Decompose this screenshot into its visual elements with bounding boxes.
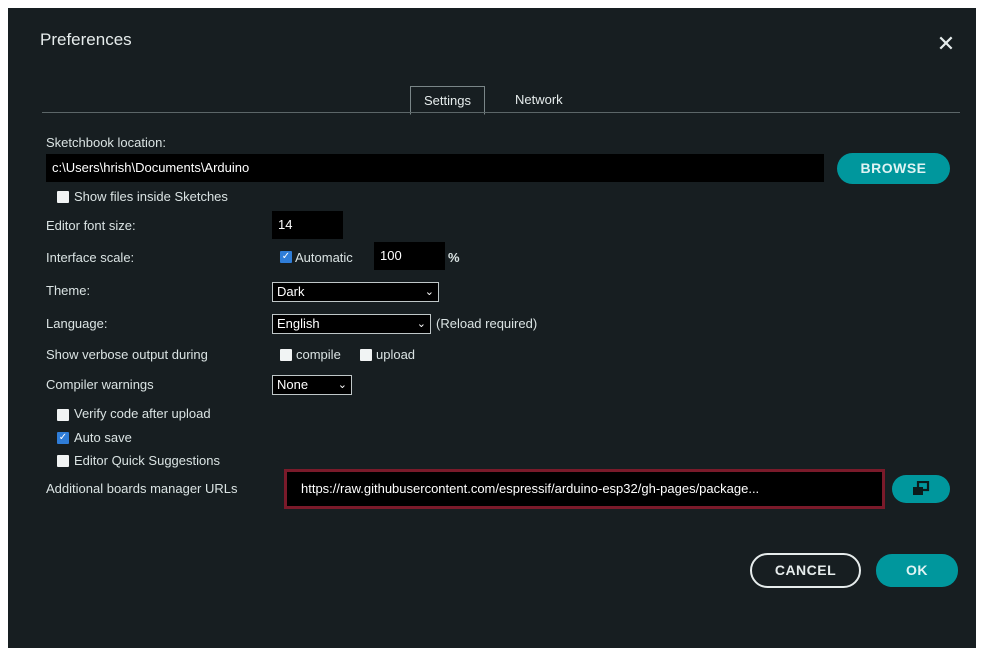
tab-divider <box>42 112 960 113</box>
tab-settings[interactable]: Settings <box>410 86 485 115</box>
compiler-warnings-value: None <box>277 377 309 392</box>
theme-select[interactable]: Dark ⌄ <box>272 282 439 302</box>
show-files-label: Show files inside Sketches <box>74 189 228 204</box>
percent-label: % <box>448 250 460 265</box>
editor-font-size-input[interactable]: 14 <box>272 211 343 239</box>
interface-scale-label: Interface scale: <box>46 250 135 265</box>
edit-urls-button[interactable] <box>892 475 950 503</box>
verbose-upload-label: upload <box>376 347 416 362</box>
language-select[interactable]: English ⌄ <box>272 314 431 334</box>
language-label: Language: <box>46 316 108 331</box>
verify-code-checkbox[interactable] <box>57 409 69 421</box>
compiler-warnings-label: Compiler warnings <box>46 377 154 392</box>
close-icon[interactable]: ✕ <box>936 33 956 55</box>
cancel-button[interactable]: CANCEL <box>750 553 861 588</box>
sketchbook-location-label: Sketchbook location: <box>46 135 166 150</box>
quick-suggestions-label: Editor Quick Suggestions <box>74 453 220 468</box>
editor-font-size-label: Editor font size: <box>46 218 136 233</box>
language-select-value: English <box>277 316 320 331</box>
compiler-warnings-select[interactable]: None ⌄ <box>272 375 352 395</box>
quick-suggestions-checkbox[interactable] <box>57 455 69 467</box>
interface-scale-input[interactable]: 100 <box>374 242 445 270</box>
theme-select-value: Dark <box>277 284 305 299</box>
verbose-compile-checkbox[interactable] <box>280 349 292 361</box>
tab-network[interactable]: Network <box>502 86 576 113</box>
auto-save-label: Auto save <box>74 430 132 445</box>
automatic-checkbox[interactable]: ✓ <box>280 251 292 263</box>
preferences-dialog: Preferences ✕ Settings Network Sketchboo… <box>8 8 976 648</box>
ok-button[interactable]: OK <box>876 554 958 587</box>
reload-required-note: (Reload required) <box>436 316 538 331</box>
verify-code-label: Verify code after upload <box>74 406 211 421</box>
boards-urls-label: Additional boards manager URLs <box>46 481 238 496</box>
verbose-upload-checkbox[interactable] <box>360 349 372 361</box>
open-window-icon <box>913 480 930 495</box>
boards-urls-input[interactable]: https://raw.githubusercontent.com/espres… <box>295 474 879 504</box>
browse-button[interactable]: BROWSE <box>837 153 950 184</box>
automatic-label: Automatic <box>295 250 353 265</box>
auto-save-checkbox[interactable]: ✓ <box>57 432 69 444</box>
chevron-down-icon: ⌄ <box>337 379 347 391</box>
verbose-compile-label: compile <box>296 347 341 362</box>
show-files-checkbox[interactable] <box>57 191 69 203</box>
chevron-down-icon: ⌄ <box>416 318 426 330</box>
verbose-output-label: Show verbose output during <box>46 347 208 362</box>
dialog-title: Preferences <box>40 30 132 49</box>
sketchbook-location-input[interactable]: c:\Users\hrish\Documents\Arduino <box>46 154 824 182</box>
theme-label: Theme: <box>46 283 91 298</box>
chevron-down-icon: ⌄ <box>424 286 434 298</box>
